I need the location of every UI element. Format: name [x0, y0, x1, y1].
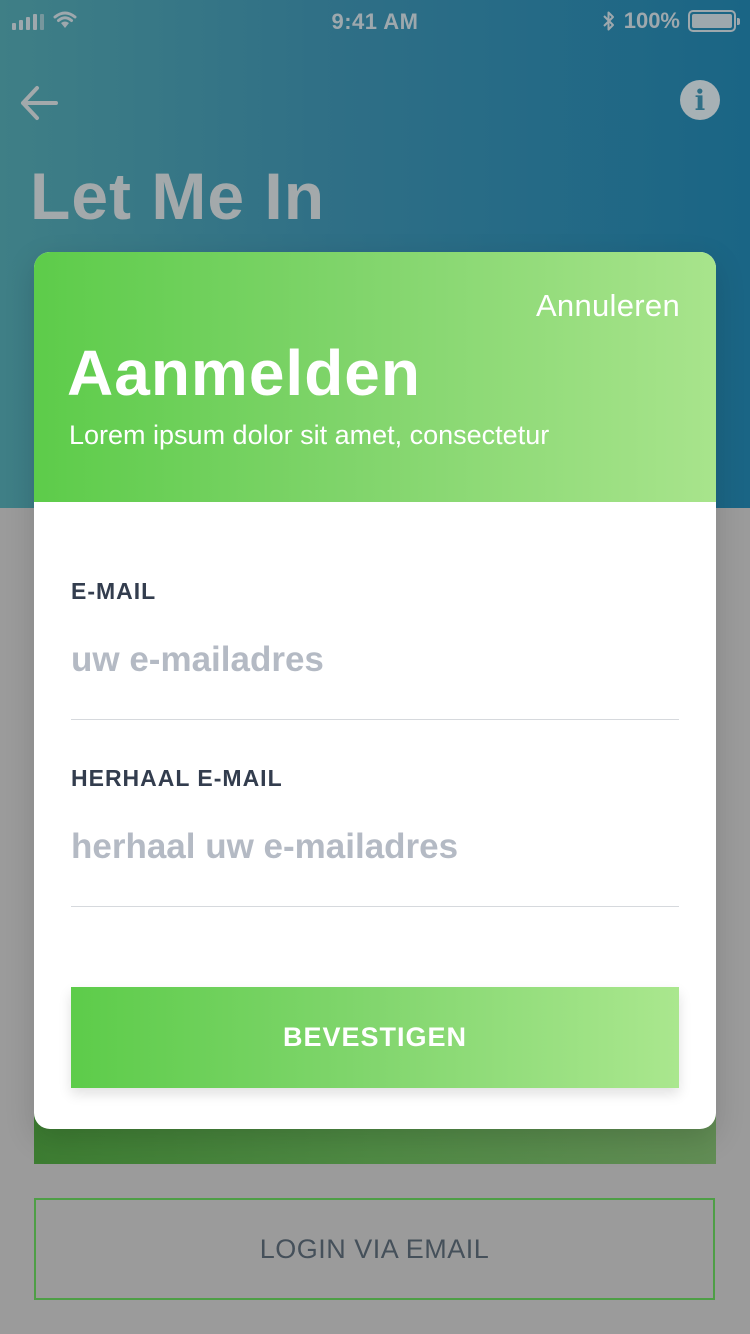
- repeat-email-field[interactable]: [71, 817, 679, 877]
- email-field[interactable]: [71, 630, 679, 690]
- battery-icon: [688, 10, 740, 32]
- status-bar: 9:41 AM 100%: [0, 0, 750, 40]
- bluetooth-icon: [603, 11, 614, 31]
- back-button[interactable]: [18, 82, 60, 124]
- email-label: E-MAIL: [71, 578, 157, 604]
- info-button[interactable]: i: [680, 80, 720, 120]
- login-via-email-button[interactable]: LOGIN VIA EMAIL: [34, 1198, 715, 1300]
- modal-title: Aanmelden: [67, 337, 421, 409]
- signup-modal: Annuleren Aanmelden Lorem ipsum dolor si…: [34, 252, 716, 1129]
- battery-percent: 100%: [623, 8, 680, 33]
- arrow-left-icon: [21, 86, 58, 120]
- email-divider: [71, 719, 679, 720]
- repeat-email-divider: [71, 906, 679, 907]
- cancel-button[interactable]: Annuleren: [536, 288, 680, 324]
- modal-header: Annuleren Aanmelden Lorem ipsum dolor si…: [34, 252, 716, 502]
- status-right: 100%: [602, 8, 740, 34]
- info-icon: i: [694, 83, 706, 117]
- background-title: Let Me In: [30, 159, 326, 233]
- repeat-email-label: HERHAAL E-MAIL: [71, 765, 283, 791]
- modal-subtitle: Lorem ipsum dolor sit amet, consectetur: [69, 420, 550, 450]
- confirm-button[interactable]: BEVESTIGEN: [71, 987, 679, 1088]
